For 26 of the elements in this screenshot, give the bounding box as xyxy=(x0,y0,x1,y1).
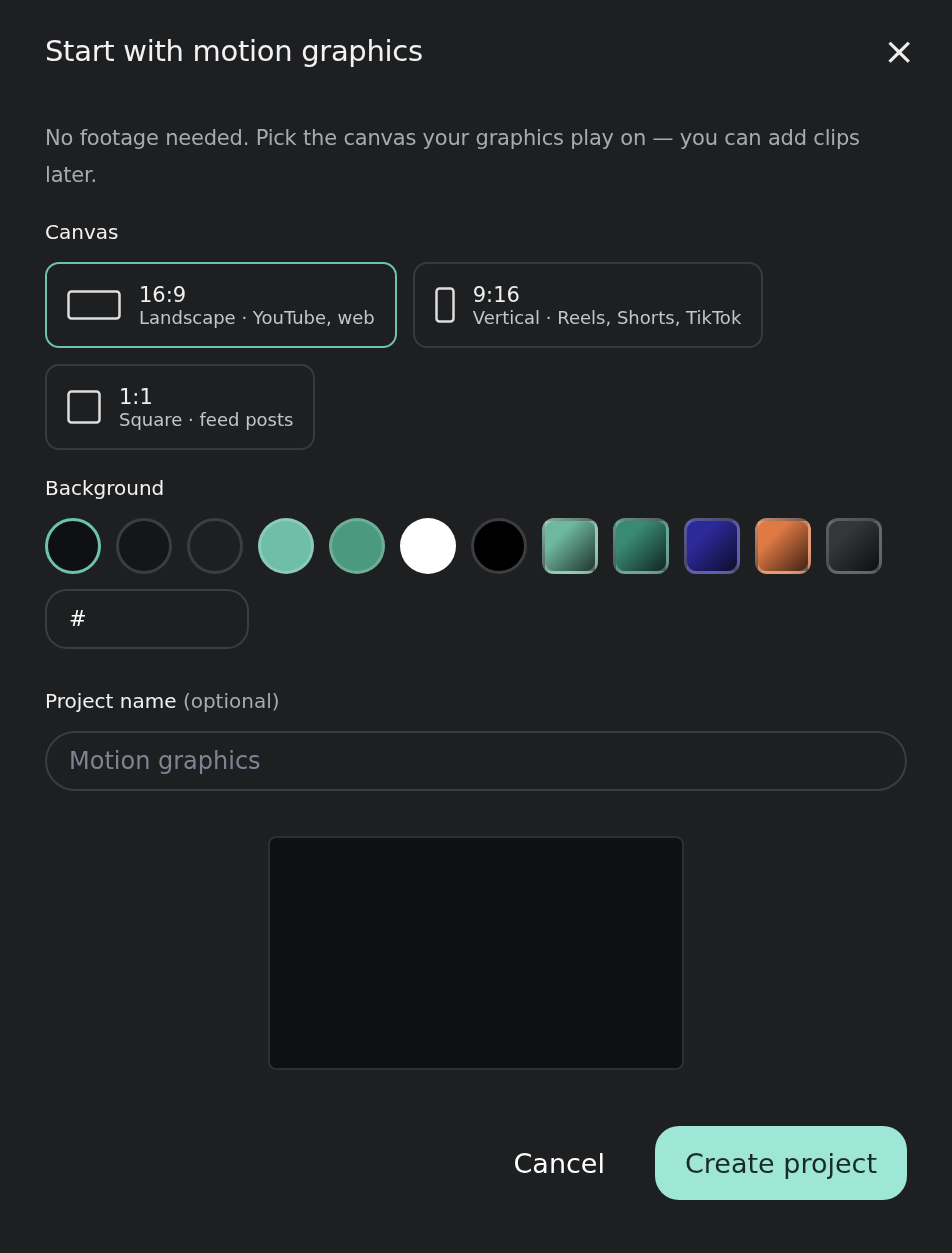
color-swatch[interactable] xyxy=(116,518,172,574)
ratio-label: 1:1 xyxy=(119,384,154,409)
project-name-label: Project name (optional) xyxy=(45,689,281,713)
ratio-caption: Landscape · YouTube, web xyxy=(139,306,375,328)
create-button[interactable]: Create project xyxy=(655,1126,907,1200)
ratio-label: 9:16 xyxy=(472,282,521,307)
color-swatch[interactable] xyxy=(45,518,101,574)
ratio-caption: Square · feed posts xyxy=(119,408,294,430)
ratio-label: 16:9 xyxy=(139,282,188,307)
close-button[interactable]: × xyxy=(883,32,915,70)
hex-input-field[interactable]: # xyxy=(45,589,249,649)
cancel-button[interactable]: Cancel xyxy=(507,1146,611,1180)
square-icon xyxy=(67,390,101,424)
canvas-option[interactable]: 16:9 Landscape · YouTube, web xyxy=(45,262,397,348)
project-name-field[interactable]: Motion graphics xyxy=(45,731,907,791)
landscape-icon xyxy=(67,290,121,320)
canvas-option[interactable]: 1:1 Square · feed posts xyxy=(45,364,316,450)
dialog-title: Start with motion graphics xyxy=(45,34,423,68)
ratio-caption: Vertical · Reels, Shorts, TikTok xyxy=(472,306,742,328)
canvas-label: Canvas xyxy=(45,220,120,244)
portrait-icon xyxy=(434,287,455,323)
background-label: Background xyxy=(45,476,166,500)
dialog-description: No footage needed. Pick the canvas your graphics play on — you can add clips later. xyxy=(45,125,861,189)
canvas-option[interactable]: 9:16 Vertical · Reels, Shorts, TikTok xyxy=(412,262,764,348)
color-swatch[interactable] xyxy=(471,518,527,574)
color-swatch[interactable] xyxy=(187,518,243,574)
